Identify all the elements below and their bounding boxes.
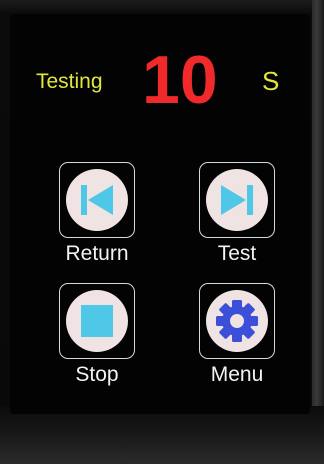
device: Testing 10 S Return Test Stop Menu [0, 0, 324, 464]
device-bezel-bottom [0, 406, 324, 464]
stop-button-label: Stop [75, 363, 119, 386]
test-button-frame[interactable] [199, 162, 275, 238]
timer-value: 10 [142, 42, 218, 118]
stop-icon [66, 290, 128, 352]
status-bar: Testing 10 S [24, 40, 294, 130]
stop-button-frame[interactable] [59, 283, 135, 359]
menu-button-frame[interactable] [199, 283, 275, 359]
return-button-label: Return [65, 242, 129, 265]
status-label: Testing [36, 70, 103, 93]
return-button[interactable]: Return [38, 162, 148, 272]
gear-icon [206, 290, 268, 352]
test-button-label: Test [217, 242, 257, 265]
menu-button-label: Menu [210, 363, 264, 386]
timer-unit: S [262, 66, 280, 96]
device-bezel-right [312, 0, 324, 464]
skip-back-icon [66, 169, 128, 231]
return-button-frame[interactable] [59, 162, 135, 238]
stop-button[interactable]: Stop [38, 283, 148, 393]
skip-forward-icon [206, 169, 268, 231]
menu-button[interactable]: Menu [178, 283, 288, 393]
device-bezel-top [0, 0, 324, 12]
test-button[interactable]: Test [178, 162, 288, 272]
